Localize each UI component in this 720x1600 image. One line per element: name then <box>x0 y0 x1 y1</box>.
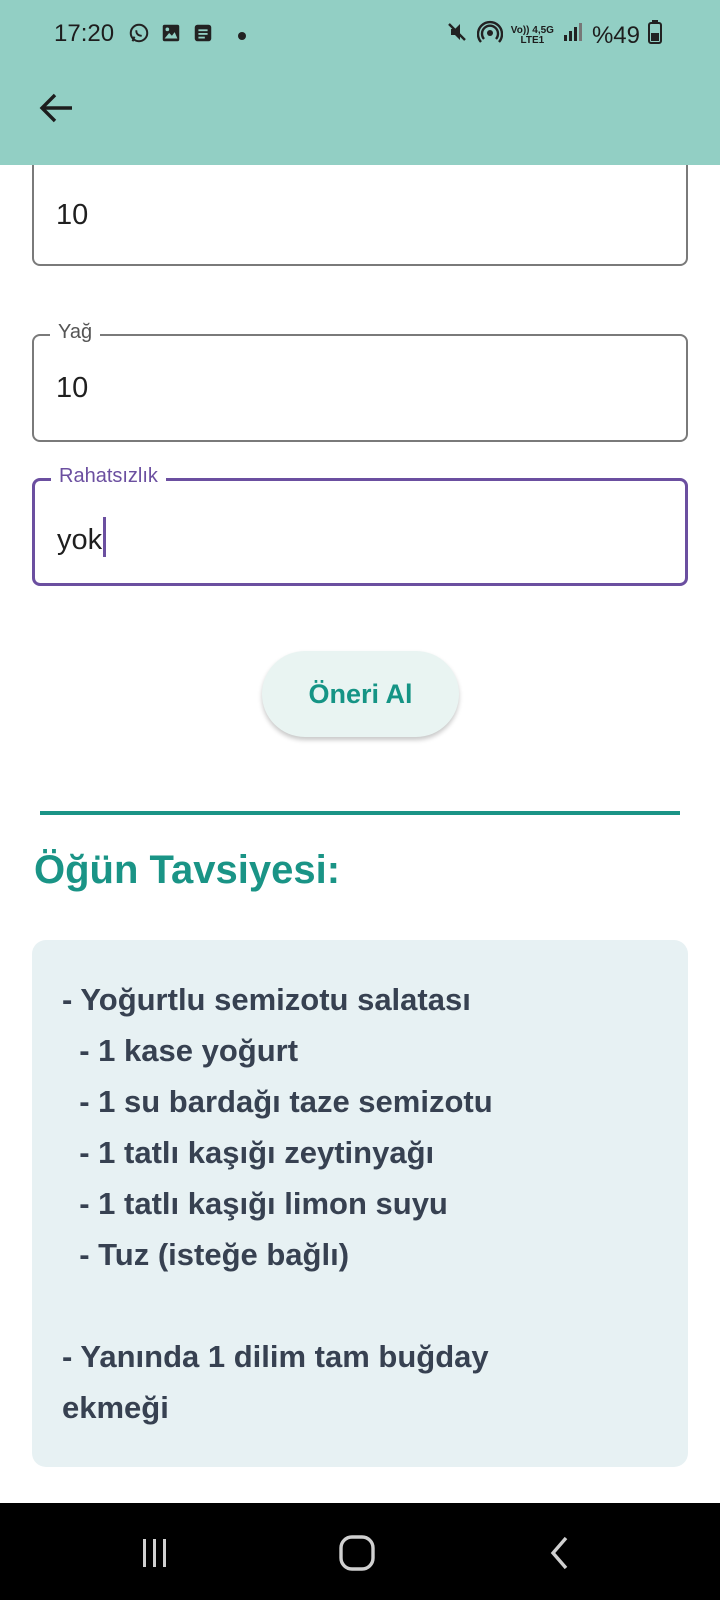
recommendation-spacer <box>62 1280 658 1331</box>
app-bar <box>0 70 720 165</box>
gallery-icon <box>160 22 182 49</box>
rahatsizlik-label: Rahatsızlık <box>51 465 166 488</box>
system-nav-bar <box>0 1503 720 1600</box>
yag-field[interactable]: Yağ 10 <box>32 321 688 442</box>
scroll-content[interactable]: 10 Yağ 10 Rahatsızlık yok Öneri Al Öğün … <box>0 165 720 1503</box>
recommendation-line: - 1 tatlı kaşığı limon suyu <box>62 1186 448 1221</box>
battery-icon <box>648 20 662 51</box>
more-notifications-dot <box>238 31 246 40</box>
battery-percent: %49 <box>591 21 640 49</box>
section-divider <box>40 811 680 815</box>
rahatsizlik-field[interactable]: Rahatsızlık yok <box>32 465 688 586</box>
hotspot-icon <box>476 20 503 51</box>
arrow-left-icon <box>39 93 72 123</box>
recommendation-line: - Tuz (isteğe bağlı) <box>62 1237 350 1272</box>
network-type: Vo)) 4,5G LTE1 <box>510 24 554 46</box>
message-icon <box>192 22 214 49</box>
recommendation-line: - Yanında 1 dilim tam buğday <box>62 1339 489 1374</box>
rahatsizlik-value[interactable]: yok <box>57 524 102 556</box>
oneri-al-button[interactable]: Öneri Al <box>262 651 459 737</box>
yag-label: Yağ <box>50 321 101 344</box>
rahatsizlik-input-wrap[interactable]: yok <box>57 517 107 557</box>
recommendation-card: - Yoğurtlu semizotu salatası - 1 kase yo… <box>32 940 688 1467</box>
signal-icon <box>562 21 584 50</box>
recommendation-line: - Yoğurtlu semizotu salatası <box>62 982 471 1017</box>
recent-apps-button[interactable] <box>125 1523 185 1583</box>
notification-icons <box>128 22 246 49</box>
recent-apps-icon <box>143 1539 166 1567</box>
recommendation-line: - 1 kase yoğurt <box>62 1033 299 1068</box>
chevron-left-icon <box>550 1536 568 1570</box>
result-title: Öğün Tavsiyesi: <box>34 848 341 892</box>
whatsapp-icon <box>128 22 150 49</box>
system-icons: Vo)) 4,5G LTE1 %49 <box>445 20 662 51</box>
text-cursor <box>103 517 107 557</box>
recommendation-line: - 1 su bardağı taze semizotu <box>62 1084 493 1119</box>
recommendation-line: ekmeği <box>62 1390 169 1425</box>
protein-value[interactable]: 10 <box>56 199 88 232</box>
yag-value[interactable]: 10 <box>56 372 88 405</box>
home-icon <box>339 1535 375 1571</box>
recommendation-line: - 1 tatlı kaşığı zeytinyağı <box>62 1135 435 1170</box>
status-time: 17:20 <box>54 20 115 47</box>
status-bar: 17:20 Vo)) 4,5G LTE1 %49 <box>0 0 720 70</box>
protein-field[interactable]: 10 <box>32 165 688 266</box>
mute-icon <box>445 20 469 51</box>
back-nav-button[interactable] <box>530 1523 590 1583</box>
home-button[interactable] <box>327 1523 387 1583</box>
back-button[interactable] <box>36 88 76 128</box>
